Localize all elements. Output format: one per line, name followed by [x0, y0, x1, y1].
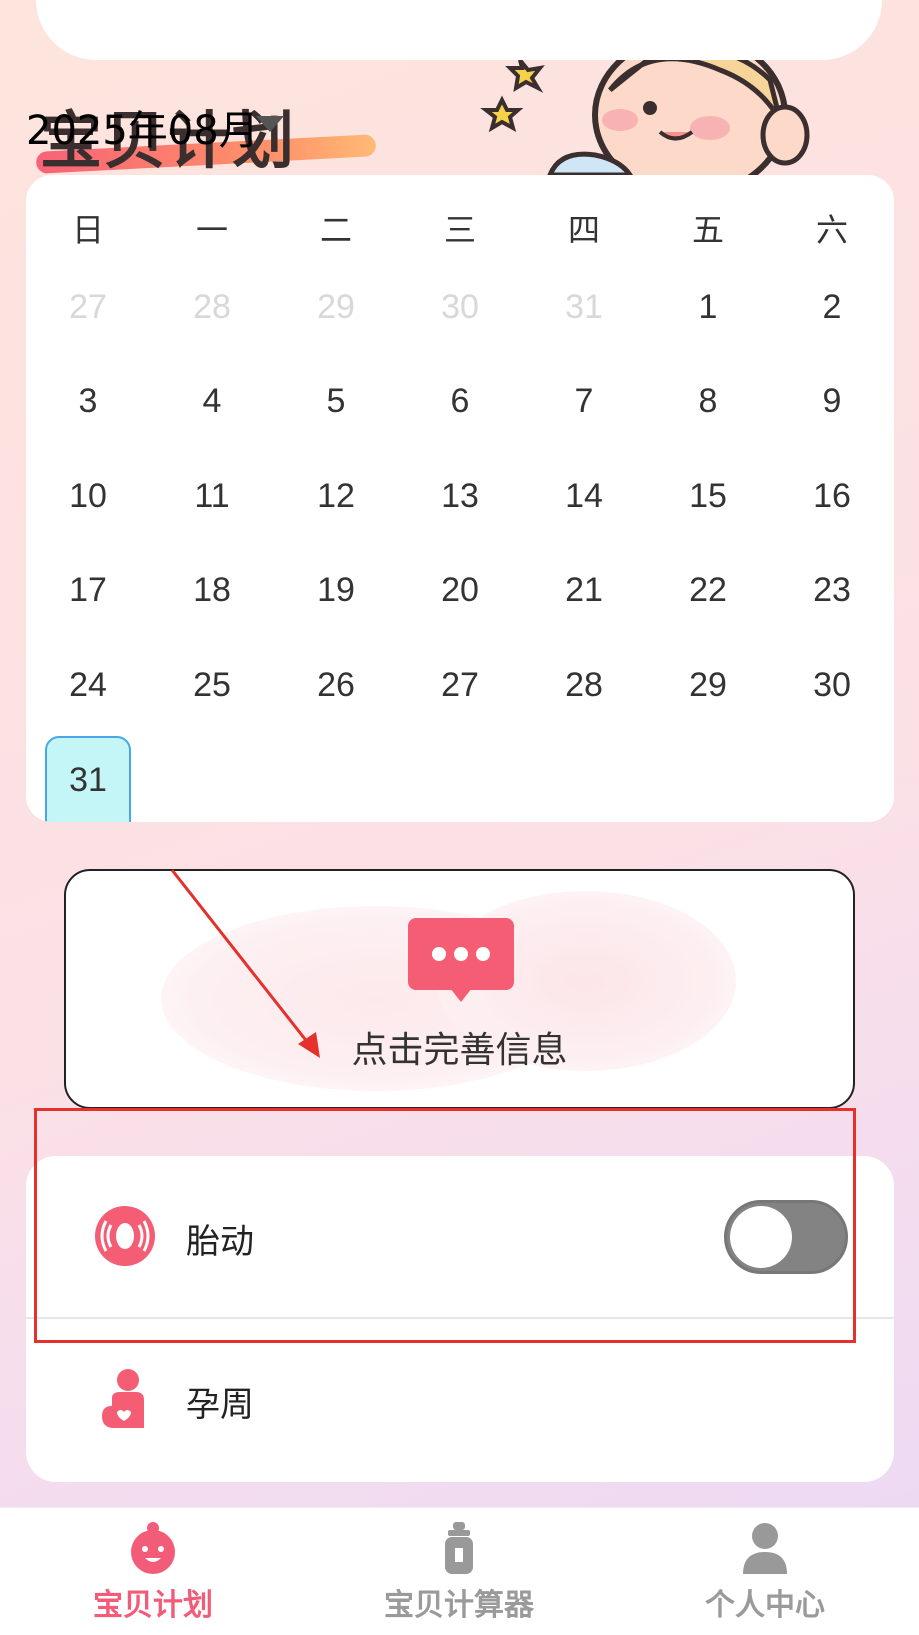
annotation-highlight-box — [34, 1108, 856, 1343]
pregnancy-week-icon — [102, 1369, 144, 1428]
calendar-day[interactable]: 5 — [274, 382, 398, 421]
calendar-week: 27 28 29 30 31 1 2 — [26, 260, 894, 355]
top-card — [36, 0, 882, 60]
weekday-label: 五 — [691, 211, 724, 249]
weekday-label: 六 — [815, 211, 848, 249]
calendar-day[interactable]: 15 — [646, 477, 770, 516]
calendar-day[interactable]: 6 — [398, 382, 522, 421]
calendar-day[interactable]: 30 — [770, 666, 894, 705]
calendar-day[interactable]: 2 — [770, 288, 894, 327]
calendar-day[interactable]: 29 — [274, 288, 398, 327]
month-selector[interactable]: 2025年08月 — [26, 98, 259, 156]
bottom-tab-bar: 宝贝计划 宝贝计算器 个人中心 — [0, 1507, 919, 1635]
calendar-day[interactable]: 13 — [398, 477, 522, 516]
calendar-day[interactable]: 8 — [646, 382, 770, 421]
list-item-pregnancy-week[interactable]: 孕周 — [26, 1319, 894, 1479]
calendar-day[interactable]: 21 — [522, 571, 646, 610]
baby-bottle-icon — [445, 1522, 473, 1574]
calendar-day[interactable]: 27 — [398, 666, 522, 705]
calendar-day[interactable]: 29 — [646, 666, 770, 705]
user-icon — [743, 1523, 787, 1574]
annotation-arrow — [170, 869, 320, 1058]
calendar-day[interactable]: 25 — [150, 666, 274, 705]
calendar-day[interactable]: 1 — [646, 288, 770, 327]
calendar-day[interactable]: 28 — [150, 288, 274, 327]
calendar-day[interactable]: 28 — [522, 666, 646, 705]
calendar-day[interactable]: 27 — [26, 288, 150, 327]
calendar: 日一二三四五六 27 28 29 30 31 1 2 3 4 5 6 7 8 9 10 11 12 13 14 15 1… — [26, 175, 894, 822]
weekday-header: 日一二三四五六 — [26, 205, 894, 255]
weekday-label: 四 — [567, 211, 600, 249]
calendar-day-selected[interactable]: 31 — [45, 735, 131, 822]
calendar-week: 10 11 12 13 14 15 16 — [26, 449, 894, 544]
calendar-day[interactable]: 11 — [150, 477, 274, 516]
baby-face-icon — [131, 1522, 175, 1574]
calendar-day[interactable]: 14 — [522, 477, 646, 516]
calendar-day[interactable]: 17 — [26, 571, 150, 610]
tab-baby-plan[interactable]: 宝贝计划 — [0, 1508, 306, 1635]
calendar-day[interactable]: 31 — [522, 288, 646, 327]
list-item-label: 孕周 — [186, 1385, 254, 1425]
calendar-grid: 27 28 29 30 31 1 2 3 4 5 6 7 8 9 10 11 12 13 14 15 16 17 18 19 2… — [26, 260, 894, 822]
tab-label: 宝贝计算器 — [384, 1588, 534, 1623]
header: 宝贝计划 2025年08月 — [0, 60, 919, 175]
calendar-day[interactable]: 30 — [398, 288, 522, 327]
calendar-day[interactable]: 20 — [398, 571, 522, 610]
calendar-day[interactable]: 3 — [26, 382, 150, 421]
tab-label: 个人中心 — [705, 1588, 825, 1623]
tab-label: 宝贝计划 — [93, 1588, 213, 1623]
chat-bubble-icon — [408, 918, 514, 1002]
calendar-week: 17 18 19 20 21 22 23 — [26, 544, 894, 639]
tab-personal-center[interactable]: 个人中心 — [612, 1508, 918, 1635]
calendar-day[interactable]: 19 — [274, 571, 398, 610]
calendar-day[interactable]: 24 — [26, 666, 150, 705]
chevron-down-icon[interactable] — [256, 116, 284, 132]
tab-baby-calculator[interactable]: 宝贝计算器 — [306, 1508, 612, 1635]
calendar-day[interactable]: 10 — [26, 477, 150, 516]
calendar-day[interactable]: 7 — [522, 382, 646, 421]
calendar-day[interactable]: 16 — [770, 477, 894, 516]
weekday-label: 二 — [319, 211, 352, 249]
calendar-day[interactable]: 26 — [274, 666, 398, 705]
calendar-week: 24 25 26 27 28 29 30 — [26, 638, 894, 733]
weekday-label: 一 — [195, 211, 228, 249]
calendar-day[interactable]: 9 — [770, 382, 894, 421]
calendar-day[interactable]: 4 — [150, 382, 274, 421]
weekday-label: 三 — [443, 211, 476, 249]
calendar-week: 31 — [26, 733, 894, 822]
calendar-week: 3456789 — [26, 355, 894, 450]
calendar-day[interactable]: 12 — [274, 477, 398, 516]
calendar-day[interactable]: 22 — [646, 571, 770, 610]
weekday-label: 日 — [71, 211, 104, 249]
calendar-day[interactable]: 23 — [770, 571, 894, 610]
calendar-day[interactable]: 18 — [150, 571, 274, 610]
baby-illustration — [480, 60, 810, 175]
